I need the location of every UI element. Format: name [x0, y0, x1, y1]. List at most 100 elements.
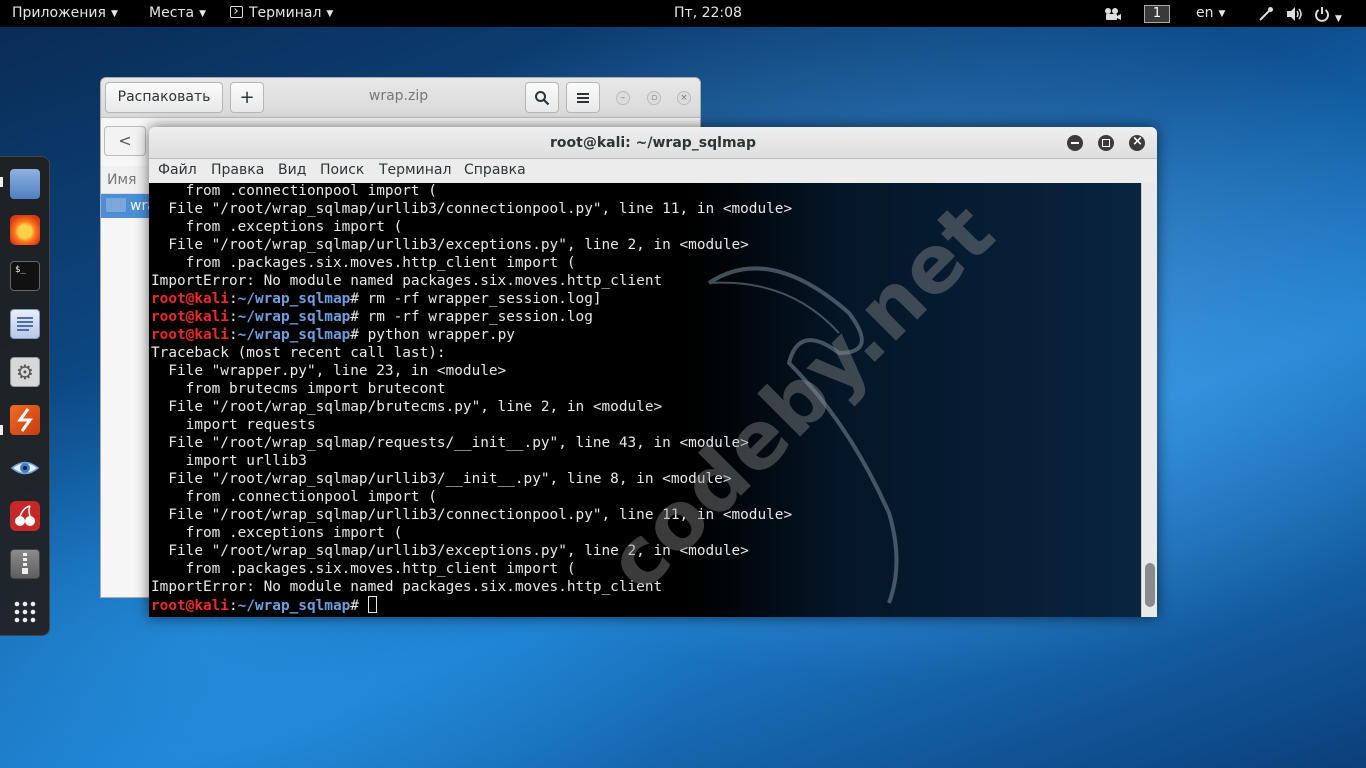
terminal-scrollbar[interactable] — [1141, 183, 1157, 617]
command-text: rm -rf wrapper_session.log] — [367, 291, 602, 307]
prompt-user: root@kali — [151, 598, 229, 614]
prompt-path: ~/wrap_sqlmap — [237, 291, 351, 307]
minimize-icon[interactable]: – — [616, 91, 630, 105]
places-menu-label: Места — [149, 5, 195, 21]
terminal-line: File "/root/wrap_sqlmap/urllib3/connecti… — [151, 200, 792, 218]
prompt-path: ~/wrap_sqlmap — [237, 309, 351, 325]
output-text: from .packages.six.moves.http_client imp… — [151, 255, 576, 271]
terminal-titlebar[interactable]: root@kali: ~/wrap_sqlmap × — [149, 127, 1157, 159]
terminal-line: root@kali:~/wrap_sqlmap# rm -rf wrapper_… — [151, 290, 792, 308]
files-icon[interactable] — [10, 169, 40, 199]
running-indicator — [0, 177, 3, 187]
output-text: File "/root/wrap_sqlmap/urllib3/exceptio… — [151, 237, 749, 253]
chevron-down-icon: ▼ — [326, 9, 334, 19]
text-editor-icon[interactable] — [10, 309, 40, 339]
terminal-line: File "/root/wrap_sqlmap/brutecms.py", li… — [151, 398, 792, 416]
prompt-symbol: # — [350, 291, 368, 307]
terminal-line: ImportError: No module named packages.si… — [151, 272, 792, 290]
terminal-output[interactable]: from .connectionpool import ( File "/roo… — [149, 183, 1141, 617]
output-text: import requests — [151, 417, 316, 433]
power-menu[interactable]: ▼ — [1314, 0, 1342, 27]
output-text: from .exceptions import ( — [151, 219, 403, 235]
chevron-down-icon: ▼ — [110, 9, 118, 19]
close-icon[interactable]: × — [677, 91, 691, 105]
terminal-line: root@kali:~/wrap_sqlmap# python wrapper.… — [151, 326, 792, 344]
menu-view[interactable]: Вид — [278, 162, 306, 178]
close-icon[interactable]: × — [1129, 134, 1145, 151]
output-text: File "/root/wrap_sqlmap/brutecms.py", li… — [151, 399, 663, 415]
screen-record-icon[interactable] — [1104, 0, 1122, 27]
output-text: ImportError: No module named packages.si… — [151, 273, 663, 289]
running-indicator — [0, 425, 3, 435]
terminal-line: File "wrapper.py", line 23, in <module> — [151, 362, 792, 380]
folder-icon — [105, 197, 127, 213]
terminal-line: root@kali:~/wrap_sqlmap# — [151, 596, 792, 614]
terminal-app-menu[interactable]: Терминал ▼ — [230, 0, 333, 27]
output-text: from .connectionpool import ( — [151, 489, 437, 505]
maximize-icon[interactable] — [1098, 135, 1114, 151]
maximize-icon[interactable]: ▫ — [647, 91, 661, 105]
show-apps-icon[interactable] — [10, 597, 40, 627]
terminal-icon — [230, 6, 243, 18]
volume-icon[interactable] — [1286, 0, 1304, 27]
add-files-button[interactable]: + — [230, 82, 264, 113]
prompt-user: root@kali — [151, 327, 229, 343]
command-text: rm -rf wrapper_session.log — [367, 309, 593, 325]
output-text: import urllib3 — [151, 453, 307, 469]
menu-search[interactable]: Поиск — [320, 162, 364, 178]
command-text: python wrapper.py — [367, 327, 515, 343]
scrollbar-thumb[interactable] — [1145, 563, 1155, 607]
power-icon — [1315, 7, 1329, 22]
prompt-symbol: # — [350, 327, 368, 343]
workspace-indicator[interactable]: 1 — [1144, 0, 1170, 27]
keyboard-layout[interactable]: en ▼ — [1196, 0, 1225, 27]
minimize-icon[interactable] — [1067, 135, 1083, 151]
output-text: File "wrapper.py", line 23, in <module> — [151, 363, 507, 379]
places-menu[interactable]: Места ▼ — [149, 0, 206, 27]
terminal-line: from brutecms import brutecont — [151, 380, 792, 398]
output-text: File "/root/wrap_sqlmap/urllib3/__init__… — [151, 471, 732, 487]
search-button[interactable] — [525, 82, 559, 113]
firefox-icon[interactable] — [10, 215, 40, 245]
prompt-separator: : — [228, 327, 238, 343]
menu-button[interactable] — [566, 82, 600, 113]
hamburger-icon — [577, 93, 589, 103]
window-title: root@kali: ~/wrap_sqlmap — [549, 135, 757, 151]
eye-icon[interactable] — [10, 453, 40, 483]
applications-menu[interactable]: Приложения ▼ — [12, 0, 118, 27]
menu-terminal[interactable]: Терминал — [379, 162, 451, 178]
archive-icon[interactable] — [10, 549, 40, 579]
burpsuite-icon[interactable] — [10, 405, 40, 435]
terminal-line: ImportError: No module named packages.si… — [151, 578, 792, 596]
prompt-symbol: # — [350, 598, 368, 614]
output-text: from brutecms import brutecont — [151, 381, 446, 397]
menu-file[interactable]: Файл — [158, 162, 197, 178]
applications-menu-label: Приложения — [12, 5, 106, 21]
output-text: from .connectionpool import ( — [151, 183, 437, 199]
language-label: en — [1196, 5, 1214, 21]
terminal-line: from .exceptions import ( — [151, 218, 792, 236]
terminal-line: root@kali:~/wrap_sqlmap# rm -rf wrapper_… — [151, 308, 792, 326]
settings-icon[interactable]: ⚙ — [10, 357, 40, 387]
terminal-icon[interactable]: $_ — [10, 261, 40, 291]
dash-dock: $_ ⚙ — [0, 156, 50, 636]
back-button[interactable]: < — [104, 126, 146, 156]
chevron-down-icon: ▼ — [1218, 9, 1226, 19]
search-icon — [535, 91, 550, 106]
prompt-separator: : — [228, 309, 238, 325]
terminal-menubar: Файл Правка Вид Поиск Терминал Справка — [149, 159, 1157, 183]
dropper-icon[interactable] — [1258, 0, 1274, 27]
extract-button[interactable]: Распаковать — [105, 82, 223, 113]
prompt-symbol: # — [350, 309, 368, 325]
clock[interactable]: Пт, 22:08 — [640, 0, 776, 27]
chevron-down-icon: ▼ — [1335, 14, 1342, 24]
terminal-window: root@kali: ~/wrap_sqlmap × Файл Правка В… — [149, 127, 1157, 617]
menu-help[interactable]: Справка — [464, 162, 526, 178]
prompt-user: root@kali — [151, 309, 229, 325]
output-text: ImportError: No module named packages.si… — [151, 579, 663, 595]
prompt-path: ~/wrap_sqlmap — [237, 598, 351, 614]
output-text: Traceback (most recent call last): — [151, 345, 446, 361]
output-text: File "/root/wrap_sqlmap/requests/__init_… — [151, 435, 749, 451]
cherry-icon[interactable] — [10, 501, 40, 531]
menu-edit[interactable]: Правка — [211, 162, 264, 178]
